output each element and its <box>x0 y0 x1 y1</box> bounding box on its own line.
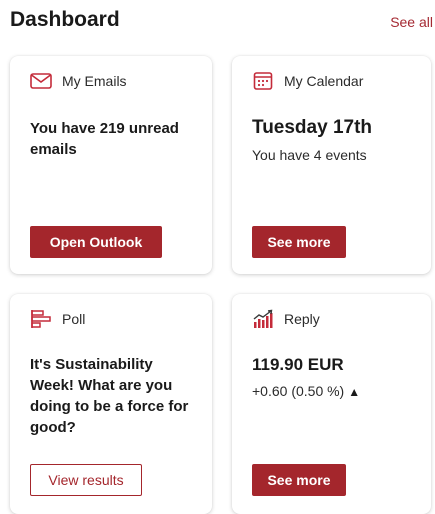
calendar-events-text: You have 4 events <box>252 147 367 163</box>
emails-card-header: My Emails <box>30 70 127 92</box>
poll-card: Poll It's Sustainability Week! What are … <box>10 294 212 514</box>
poll-question: It's Sustainability Week! What are you d… <box>30 356 189 436</box>
calendar-card-header: My Calendar <box>252 70 363 92</box>
open-outlook-button[interactable]: Open Outlook <box>30 226 162 258</box>
stock-see-more-button[interactable]: See more <box>252 464 346 496</box>
see-all-link[interactable]: See all <box>390 14 433 30</box>
stock-card-header: Reply <box>252 308 320 330</box>
poll-card-header: Poll <box>30 308 85 330</box>
calendar-card-label: My Calendar <box>284 73 364 89</box>
page-title: Dashboard <box>10 8 120 31</box>
stock-change: +0.60 (0.50 %) <box>252 383 345 399</box>
stock-card: Reply 119.90 EUR +0.60 (0.50 %) ▲ See mor… <box>232 294 431 514</box>
unread-emails-text: You have 219 unread emails <box>30 120 179 158</box>
poll-card-label: Poll <box>62 311 86 327</box>
calendar-icon <box>252 70 274 92</box>
calendar-date: Tuesday 17th <box>252 117 373 138</box>
envelope-icon <box>30 70 52 92</box>
up-triangle-icon: ▲ <box>348 385 361 399</box>
stock-card-label: Reply <box>284 311 320 327</box>
emails-card: My Emails You have 219 unread emails Ope… <box>10 56 212 274</box>
dashboard-header: Dashboard See all <box>10 6 433 38</box>
stock-change-row: +0.60 (0.50 %) ▲ <box>252 380 419 403</box>
calendar-card: My Calendar Tuesday 17th You have 4 even… <box>232 56 431 274</box>
view-results-button[interactable]: View results <box>30 464 142 496</box>
calendar-see-more-button[interactable]: See more <box>252 226 346 258</box>
emails-card-label: My Emails <box>62 73 127 89</box>
stock-chart-icon <box>252 308 274 330</box>
poll-icon <box>30 308 52 330</box>
stock-price: 119.90 EUR <box>252 355 344 374</box>
